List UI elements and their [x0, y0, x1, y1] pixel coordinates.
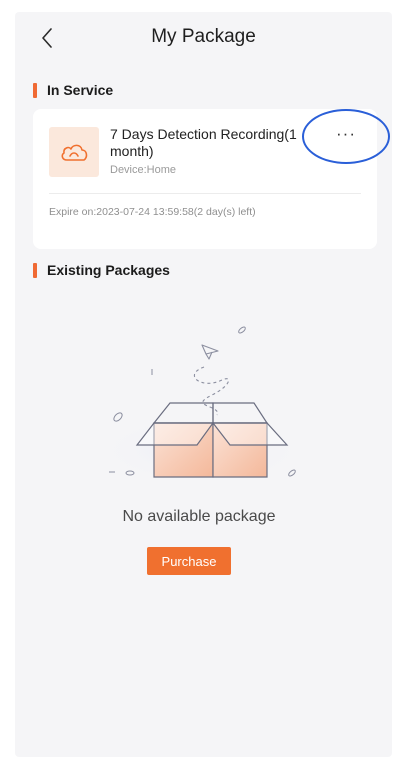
page-title: My Package [151, 26, 256, 47]
existing-packages-heading: Existing Packages [33, 262, 170, 278]
package-card[interactable]: 7 Days Detection Recording(1 month) Devi… [33, 109, 390, 249]
package-thumbnail [49, 127, 99, 177]
section-accent-bar [33, 82, 37, 98]
card-divider [49, 193, 361, 194]
more-dots-icon: ··· [336, 123, 356, 143]
existing-packages-title: Existing Packages [47, 262, 170, 278]
cloud-icon [61, 144, 88, 161]
empty-state-text: No available package [122, 508, 276, 525]
expire-text: Expire on:2023-07-24 13:59:58(2 day(s) l… [49, 206, 256, 218]
package-device: Device:Home [110, 164, 177, 176]
section-accent-bar [33, 262, 37, 278]
in-service-heading: In Service [33, 82, 113, 98]
purchase-button[interactable]: Purchase [147, 547, 231, 575]
empty-box-illustration [82, 315, 312, 495]
top-bar: My Package [15, 12, 392, 64]
in-service-title: In Service [47, 82, 114, 98]
more-options-button[interactable]: ··· [302, 109, 390, 164]
package-name: 7 Days Detection Recording(1 month) [110, 126, 297, 159]
